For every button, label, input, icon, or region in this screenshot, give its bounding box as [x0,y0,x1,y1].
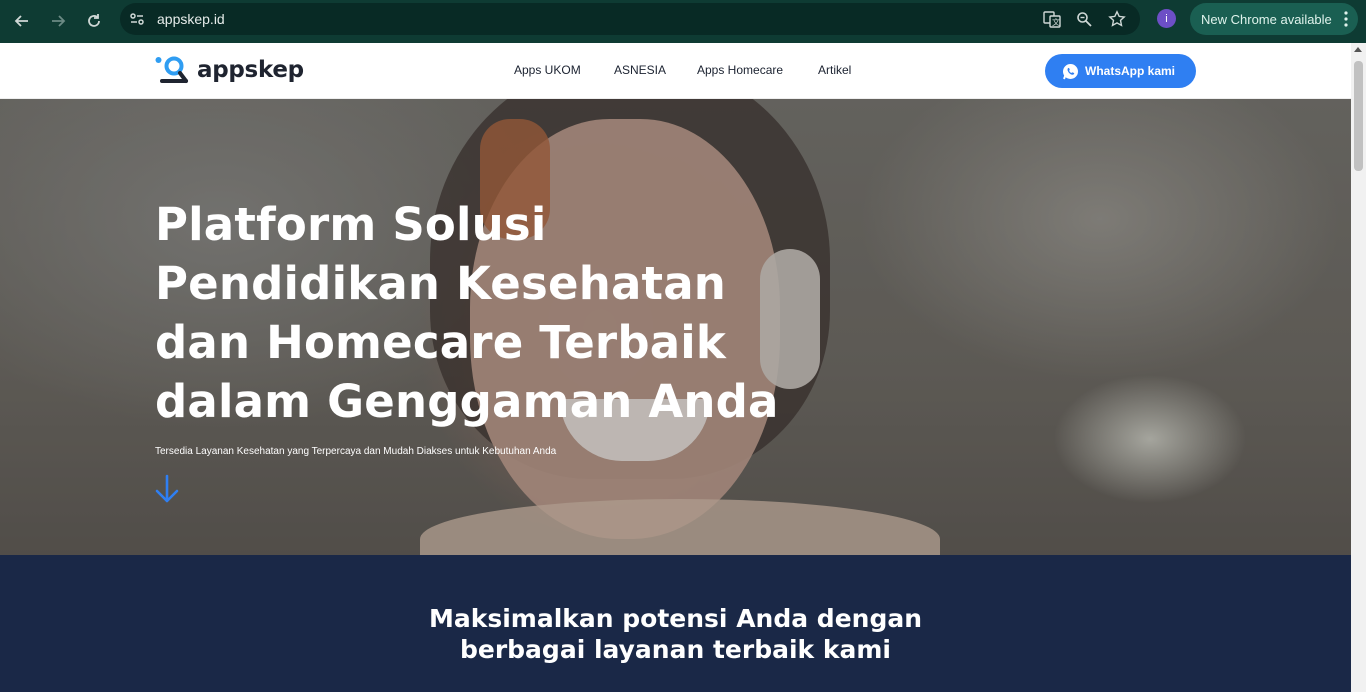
hero-section: Platform Solusi Pendidikan Kesehatan dan… [0,99,1351,555]
browser-toolbar: appskep.id 文 i New Chrome available [0,0,1366,43]
page-scrollbar[interactable] [1351,43,1366,692]
services-heading-line: Maksimalkan potensi Anda dengan [428,604,923,633]
whatsapp-icon [1063,63,1078,79]
url-text[interactable]: appskep.id [157,11,225,27]
logo-text: appskep [197,57,304,83]
profile-initial: i [1165,12,1168,25]
arrow-down-icon[interactable] [155,474,179,504]
reload-icon[interactable] [82,9,106,33]
scroll-thumb[interactable] [1354,61,1363,171]
nav-apps-ukom[interactable]: Apps UKOM [514,63,581,77]
site-header: appskep Apps UKOM ASNESIA Apps Homecare … [0,43,1351,99]
services-section: Maksimalkan potensi Anda dengan berbagai… [0,555,1351,692]
hero-title-line: dan Homecare Terbaik [155,316,727,369]
zoom-icon[interactable] [1074,9,1094,29]
nav-asnesia[interactable]: ASNESIA [614,63,666,77]
back-icon[interactable] [10,9,34,33]
site-settings-icon[interactable] [127,9,147,29]
hero-title-line: Platform Solusi [155,198,547,251]
appskep-logo[interactable]: appskep [155,55,304,85]
hero-title-line: Pendidikan Kesehatan [155,257,727,310]
whatsapp-label: WhatsApp kami [1085,64,1176,78]
nav-artikel[interactable]: Artikel [818,63,851,77]
chrome-update-button[interactable]: New Chrome available [1190,3,1358,35]
logo-mark-icon [155,56,188,83]
bookmark-star-icon[interactable] [1107,9,1127,29]
more-menu-icon[interactable] [1344,11,1348,27]
svg-text:文: 文 [1052,17,1060,27]
hero-subtitle: Tersedia Layanan Kesehatan yang Terperca… [155,446,557,457]
services-heading: Maksimalkan potensi Anda dengan berbagai… [0,603,1351,665]
update-label: New Chrome available [1201,11,1332,27]
hero-title-line: dalam Genggaman Anda [155,375,779,428]
nav-apps-homecare[interactable]: Apps Homecare [697,63,783,77]
services-heading-line: berbagai layanan terbaik kami [459,635,891,664]
translate-icon[interactable]: 文 [1042,9,1062,29]
address-bar[interactable]: appskep.id 文 [120,3,1140,35]
whatsapp-button[interactable]: WhatsApp kami [1045,54,1196,88]
forward-icon[interactable] [46,9,70,33]
scroll-up-arrow-icon[interactable] [1354,47,1362,52]
hero-title: Platform Solusi Pendidikan Kesehatan dan… [155,195,795,431]
profile-avatar[interactable]: i [1157,9,1176,28]
